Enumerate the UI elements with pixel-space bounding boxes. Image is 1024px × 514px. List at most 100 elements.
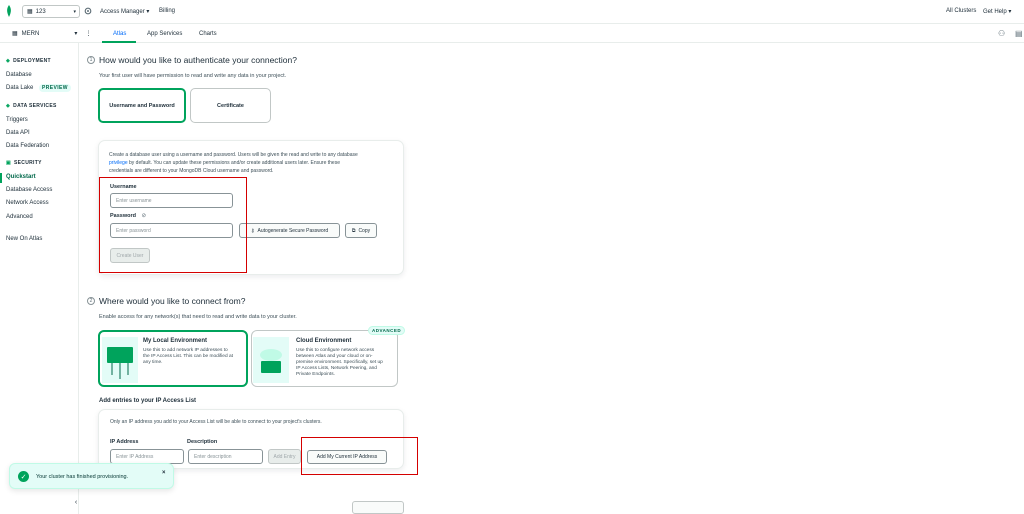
- cloud-text-line: premise environment. Specifically, set u…: [296, 360, 383, 365]
- left-sidebar: [0, 43, 79, 514]
- get-help-menu[interactable]: Get Help ▾: [983, 8, 1011, 15]
- tab-app-services[interactable]: App Services: [147, 31, 182, 37]
- password-placeholder: Enter password: [116, 227, 151, 234]
- tab-charts[interactable]: Charts: [199, 31, 217, 37]
- sidebar-item-data-lake[interactable]: Data Lake: [6, 85, 33, 91]
- all-clusters-link[interactable]: All Clusters: [946, 8, 976, 14]
- right-edge: [1015, 43, 1024, 514]
- copy-password-button[interactable]: ⧉ Copy: [345, 223, 377, 238]
- step1-description: Your first user will have permission to …: [99, 73, 287, 79]
- sidebar-item-triggers[interactable]: Triggers: [6, 117, 28, 123]
- privilege-link[interactable]: privilege: [109, 160, 128, 166]
- password-input[interactable]: Enter password: [110, 223, 233, 238]
- sidebar-item-database[interactable]: Database: [6, 72, 32, 78]
- advanced-badge: ADVANCED: [368, 326, 406, 335]
- cloud-text-line: Private Endpoints.: [296, 372, 335, 377]
- sidebar-heading-deployment: ◈ DEPLOYMENT: [6, 58, 51, 64]
- top-navbar: ▦ 123 ▾ Access Manager ▾ Billing All Clu…: [0, 0, 1024, 24]
- password-label-text: Password: [110, 213, 136, 219]
- ip-address-label: IP Address: [110, 439, 139, 445]
- ip-access-list-heading: Add entries to your IP Access List: [99, 398, 197, 404]
- sidebar-item-network-access[interactable]: Network Access: [6, 200, 49, 206]
- copy-label: Copy: [358, 227, 371, 234]
- cloud-text-line: between Atlas and your cloud or on-: [296, 354, 373, 359]
- mongodb-leaf-icon[interactable]: [6, 5, 12, 17]
- chevron-down-icon: ▾: [74, 31, 78, 37]
- autogenerate-label: Autogenerate Secure Password: [257, 227, 329, 234]
- tab-atlas[interactable]: Atlas: [113, 31, 126, 37]
- preview-badge: PREVIEW: [39, 84, 71, 92]
- project-name: MERN: [21, 30, 40, 37]
- org-name: 123: [35, 8, 46, 15]
- more-options-icon[interactable]: ⋮: [85, 30, 91, 37]
- provisioning-toast: ✓ Your cluster has finished provisioning…: [9, 463, 174, 489]
- instructions-line-1: Create a database user using a username …: [109, 152, 358, 158]
- add-entry-button[interactable]: Add Entry: [268, 449, 301, 464]
- description-placeholder: Enter description: [194, 453, 232, 460]
- ip-address-input[interactable]: Enter IP Address: [110, 449, 184, 464]
- folder-icon: ▦: [12, 31, 18, 37]
- local-environment-illustration: [102, 337, 138, 383]
- folder-icon: ▦: [27, 9, 33, 15]
- sidebar-item-database-access[interactable]: Database Access: [6, 187, 52, 193]
- cloud-environment-title: Cloud Environment: [296, 338, 352, 344]
- ip-address-placeholder: Enter IP Address: [116, 453, 154, 460]
- instructions-line-3: credentials are different to your MongoD…: [109, 168, 274, 174]
- step1-title: How would you like to authenticate your …: [99, 55, 297, 65]
- step-number-1: 1: [87, 56, 95, 64]
- org-selector[interactable]: ▦ 123 ▾: [22, 5, 80, 18]
- lock-icon: ▣: [6, 160, 12, 166]
- autogenerate-password-button[interactable]: ⚷ Autogenerate Secure Password: [239, 223, 340, 238]
- user-access-icon[interactable]: ⚇: [998, 29, 1005, 38]
- billing-link[interactable]: Billing: [159, 8, 175, 14]
- access-manager-label: Access Manager: [100, 9, 145, 15]
- key-icon: ⚷: [250, 227, 255, 234]
- create-user-button[interactable]: Create User: [110, 248, 150, 263]
- step2-title: Where would you like to connect from?: [99, 296, 246, 306]
- choice-username-password[interactable]: Username and Password: [98, 88, 186, 123]
- username-input[interactable]: Enter username: [110, 193, 233, 208]
- choice-certificate[interactable]: Certificate: [190, 88, 271, 123]
- copy-icon: ⧉: [351, 227, 356, 234]
- cloud-text-line: IP Access Lists, Network Peering, and: [296, 366, 377, 371]
- description-input[interactable]: Enter description: [188, 449, 263, 464]
- access-manager-menu[interactable]: Access Manager ▾: [100, 8, 149, 15]
- data-services-heading-label: DATA SERVICES: [13, 103, 57, 109]
- gear-icon[interactable]: [84, 7, 92, 15]
- sidebar-item-quickstart[interactable]: Quickstart: [6, 174, 36, 180]
- project-selector[interactable]: ▦ MERN ▾ ⋮: [12, 30, 91, 38]
- security-heading-label: SECURITY: [14, 160, 42, 166]
- username-label: Username: [110, 184, 137, 190]
- chevron-down-icon: ▾: [73, 8, 76, 15]
- cloud-text-line: Use this to configure network access: [296, 348, 375, 353]
- local-environment-title: My Local Environment: [143, 338, 208, 344]
- cloud-environment-illustration: [253, 337, 289, 383]
- add-current-ip-button[interactable]: Add My Current IP Address: [307, 450, 387, 464]
- cloud-environment-text: Use this to configure network access bet…: [296, 348, 383, 378]
- sidebar-active-indicator: [0, 173, 2, 183]
- create-user-instructions: Create a database user using a username …: [109, 151, 399, 175]
- checkmark-icon: ✓: [18, 471, 29, 482]
- password-label: Password ⊘: [110, 213, 146, 219]
- active-tab-indicator: [102, 41, 136, 43]
- username-placeholder: Enter username: [116, 197, 152, 204]
- layers-icon: ◈: [6, 58, 11, 64]
- deployment-heading-label: DEPLOYMENT: [13, 58, 51, 64]
- eye-off-icon[interactable]: ⊘: [142, 213, 147, 219]
- ip-access-note: Only an IP address you add to your Acces…: [110, 419, 322, 425]
- services-icon: ◈: [6, 103, 11, 109]
- sidebar-item-data-api[interactable]: Data API: [6, 130, 30, 136]
- step2-description: Enable access for any network(s) that ne…: [99, 314, 297, 320]
- sidebar-item-data-federation[interactable]: Data Federation: [6, 143, 49, 149]
- sidebar-item-new-on-atlas[interactable]: New On Atlas: [6, 236, 42, 242]
- activity-feed-icon[interactable]: ▤: [1015, 29, 1023, 38]
- toast-message: Your cluster has finished provisioning.: [36, 474, 129, 480]
- finish-button-partial[interactable]: [352, 501, 404, 514]
- local-text-line: Use this to add network IP addresses to: [143, 348, 228, 353]
- sidebar-item-advanced[interactable]: Advanced: [6, 214, 33, 220]
- step-number-2: 2: [87, 297, 95, 305]
- close-icon[interactable]: ×: [162, 470, 166, 476]
- local-text-line: any time.: [143, 360, 163, 365]
- sidebar-heading-security: ▣ SECURITY: [6, 160, 42, 166]
- collapse-sidebar-icon[interactable]: ‹: [71, 497, 81, 507]
